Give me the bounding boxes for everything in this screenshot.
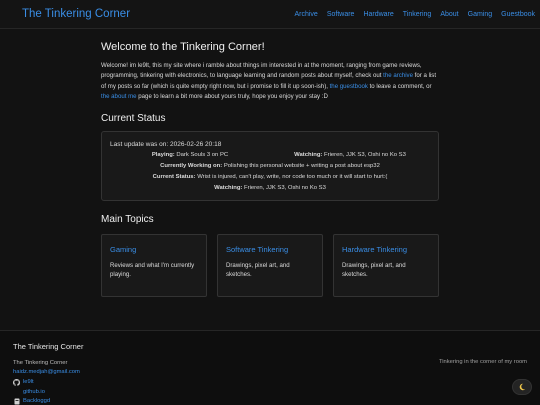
footer-title: The Tinkering Corner xyxy=(13,342,84,351)
nav-software[interactable]: Software xyxy=(327,11,355,18)
main-content: Welcome to the Tinkering Corner! Welcome… xyxy=(101,30,439,297)
about-me-link[interactable]: the about me xyxy=(101,93,137,100)
status-panel: Last update was on: 2026-02-26 20:18 Pla… xyxy=(101,130,439,201)
nav-about[interactable]: About xyxy=(440,11,458,18)
status-row-current: Current Status: Wrist is injured, can't … xyxy=(110,172,430,183)
intro-paragraph: Welcome! im le9lt, this my site where i … xyxy=(101,61,439,103)
playing-value: Dark Souls 3 on PC xyxy=(176,151,229,158)
topic-desc-hardware: Drawings, pixel art, and sketches. xyxy=(342,261,406,279)
footer-backloggd-row: Backloggd xyxy=(13,397,50,405)
watching-value: Frieren, JJK S3, Oshi no Ko S3 xyxy=(324,151,406,158)
topic-link-hardware[interactable]: Hardware Tinkering xyxy=(342,245,430,254)
watching-label: Watching: xyxy=(294,151,323,158)
footer-github-link[interactable]: le9lt xyxy=(23,378,34,388)
site-title-link[interactable]: The Tinkering Corner xyxy=(22,8,130,20)
status-row-working: Currently Working on: Polishing this per… xyxy=(110,161,430,172)
footer-githubio-link[interactable]: github.io xyxy=(23,388,45,398)
nav-tinkering[interactable]: Tinkering xyxy=(403,11,432,18)
archive-link[interactable]: the archive xyxy=(383,72,413,79)
github-icon xyxy=(13,379,20,387)
working-label: Currently Working on: xyxy=(160,162,223,169)
theme-toggle-button[interactable] xyxy=(512,379,532,395)
site-footer: The Tinkering Corner The Tinkering Corne… xyxy=(0,330,540,405)
footer-site-name: The Tinkering Corner xyxy=(13,360,68,366)
last-update: Last update was on: 2026-02-26 20:18 xyxy=(110,140,222,148)
footer-github-row: le9lt xyxy=(13,378,50,388)
page-title: Welcome to the Tinkering Corner! xyxy=(101,41,265,53)
footer-tagline: Tinkering in the corner of my room xyxy=(438,359,527,365)
footer-githubio-row: github.io xyxy=(13,388,50,398)
moon-icon xyxy=(518,378,526,396)
status-row-playing: Playing: Dark Souls 3 on PC Watching: Fr… xyxy=(110,150,430,161)
current-status-heading: Current Status xyxy=(101,112,166,124)
footer-email-link[interactable]: haidz.medjah@gmail.com xyxy=(13,369,80,375)
topic-card-gaming: Gaming Reviews and what I'm currently pl… xyxy=(101,233,207,297)
main-topics-heading: Main Topics xyxy=(101,213,154,225)
guestbook-link[interactable]: the guestbook xyxy=(330,83,368,90)
nav-archive[interactable]: Archive xyxy=(294,11,317,18)
watching2-label: Watching: xyxy=(214,184,243,191)
topic-desc-gaming: Reviews and what I'm currently playing. xyxy=(110,261,195,279)
nav-gaming[interactable]: Gaming xyxy=(468,11,493,18)
intro-text-4: page to learn a bit more about yours tru… xyxy=(136,93,328,101)
topic-link-gaming[interactable]: Gaming xyxy=(110,245,198,254)
topics-grid: Gaming Reviews and what I'm currently pl… xyxy=(101,233,439,297)
current-status-label: Current Status: xyxy=(152,173,196,180)
playing-status: Playing: Dark Souls 3 on PC xyxy=(110,150,270,161)
intro-text-1: Welcome! im le9lt, this my site where i … xyxy=(101,62,422,80)
playing-label: Playing: xyxy=(151,151,175,158)
current-status-value: Wrist is injured, can't play, write, nor… xyxy=(197,173,388,180)
footer-backloggd-link[interactable]: Backloggd xyxy=(23,397,50,405)
nav-guestbook[interactable]: Guestbook xyxy=(501,11,535,18)
nav-hardware[interactable]: Hardware xyxy=(363,11,393,18)
site-header: The Tinkering Corner Archive Software Ha… xyxy=(0,0,540,29)
intro-text-3: to leave a comment, or xyxy=(367,82,432,90)
status-row-watching: Watching: Frieren, JJK S3, Oshi no Ko S3 xyxy=(110,183,430,194)
working-value: Polishing this personal website + writin… xyxy=(223,162,380,169)
topic-card-software: Software Tinkering Drawings, pixel art, … xyxy=(217,233,323,297)
watching-status: Watching: Frieren, JJK S3, Oshi no Ko S3 xyxy=(270,150,430,161)
backloggd-icon xyxy=(13,398,20,405)
main-nav: Archive Software Hardware Tinkering Abou… xyxy=(294,11,535,18)
footer-links: le9lt github.io Backloggd xyxy=(13,378,50,405)
topic-desc-software: Drawings, pixel art, and sketches. xyxy=(226,261,290,279)
topic-link-software[interactable]: Software Tinkering xyxy=(226,245,314,254)
blank-icon xyxy=(13,389,20,396)
watching2-value: Frieren, JJK S3, Oshi no Ko S3 xyxy=(244,184,326,191)
topic-card-hardware: Hardware Tinkering Drawings, pixel art, … xyxy=(333,233,439,297)
